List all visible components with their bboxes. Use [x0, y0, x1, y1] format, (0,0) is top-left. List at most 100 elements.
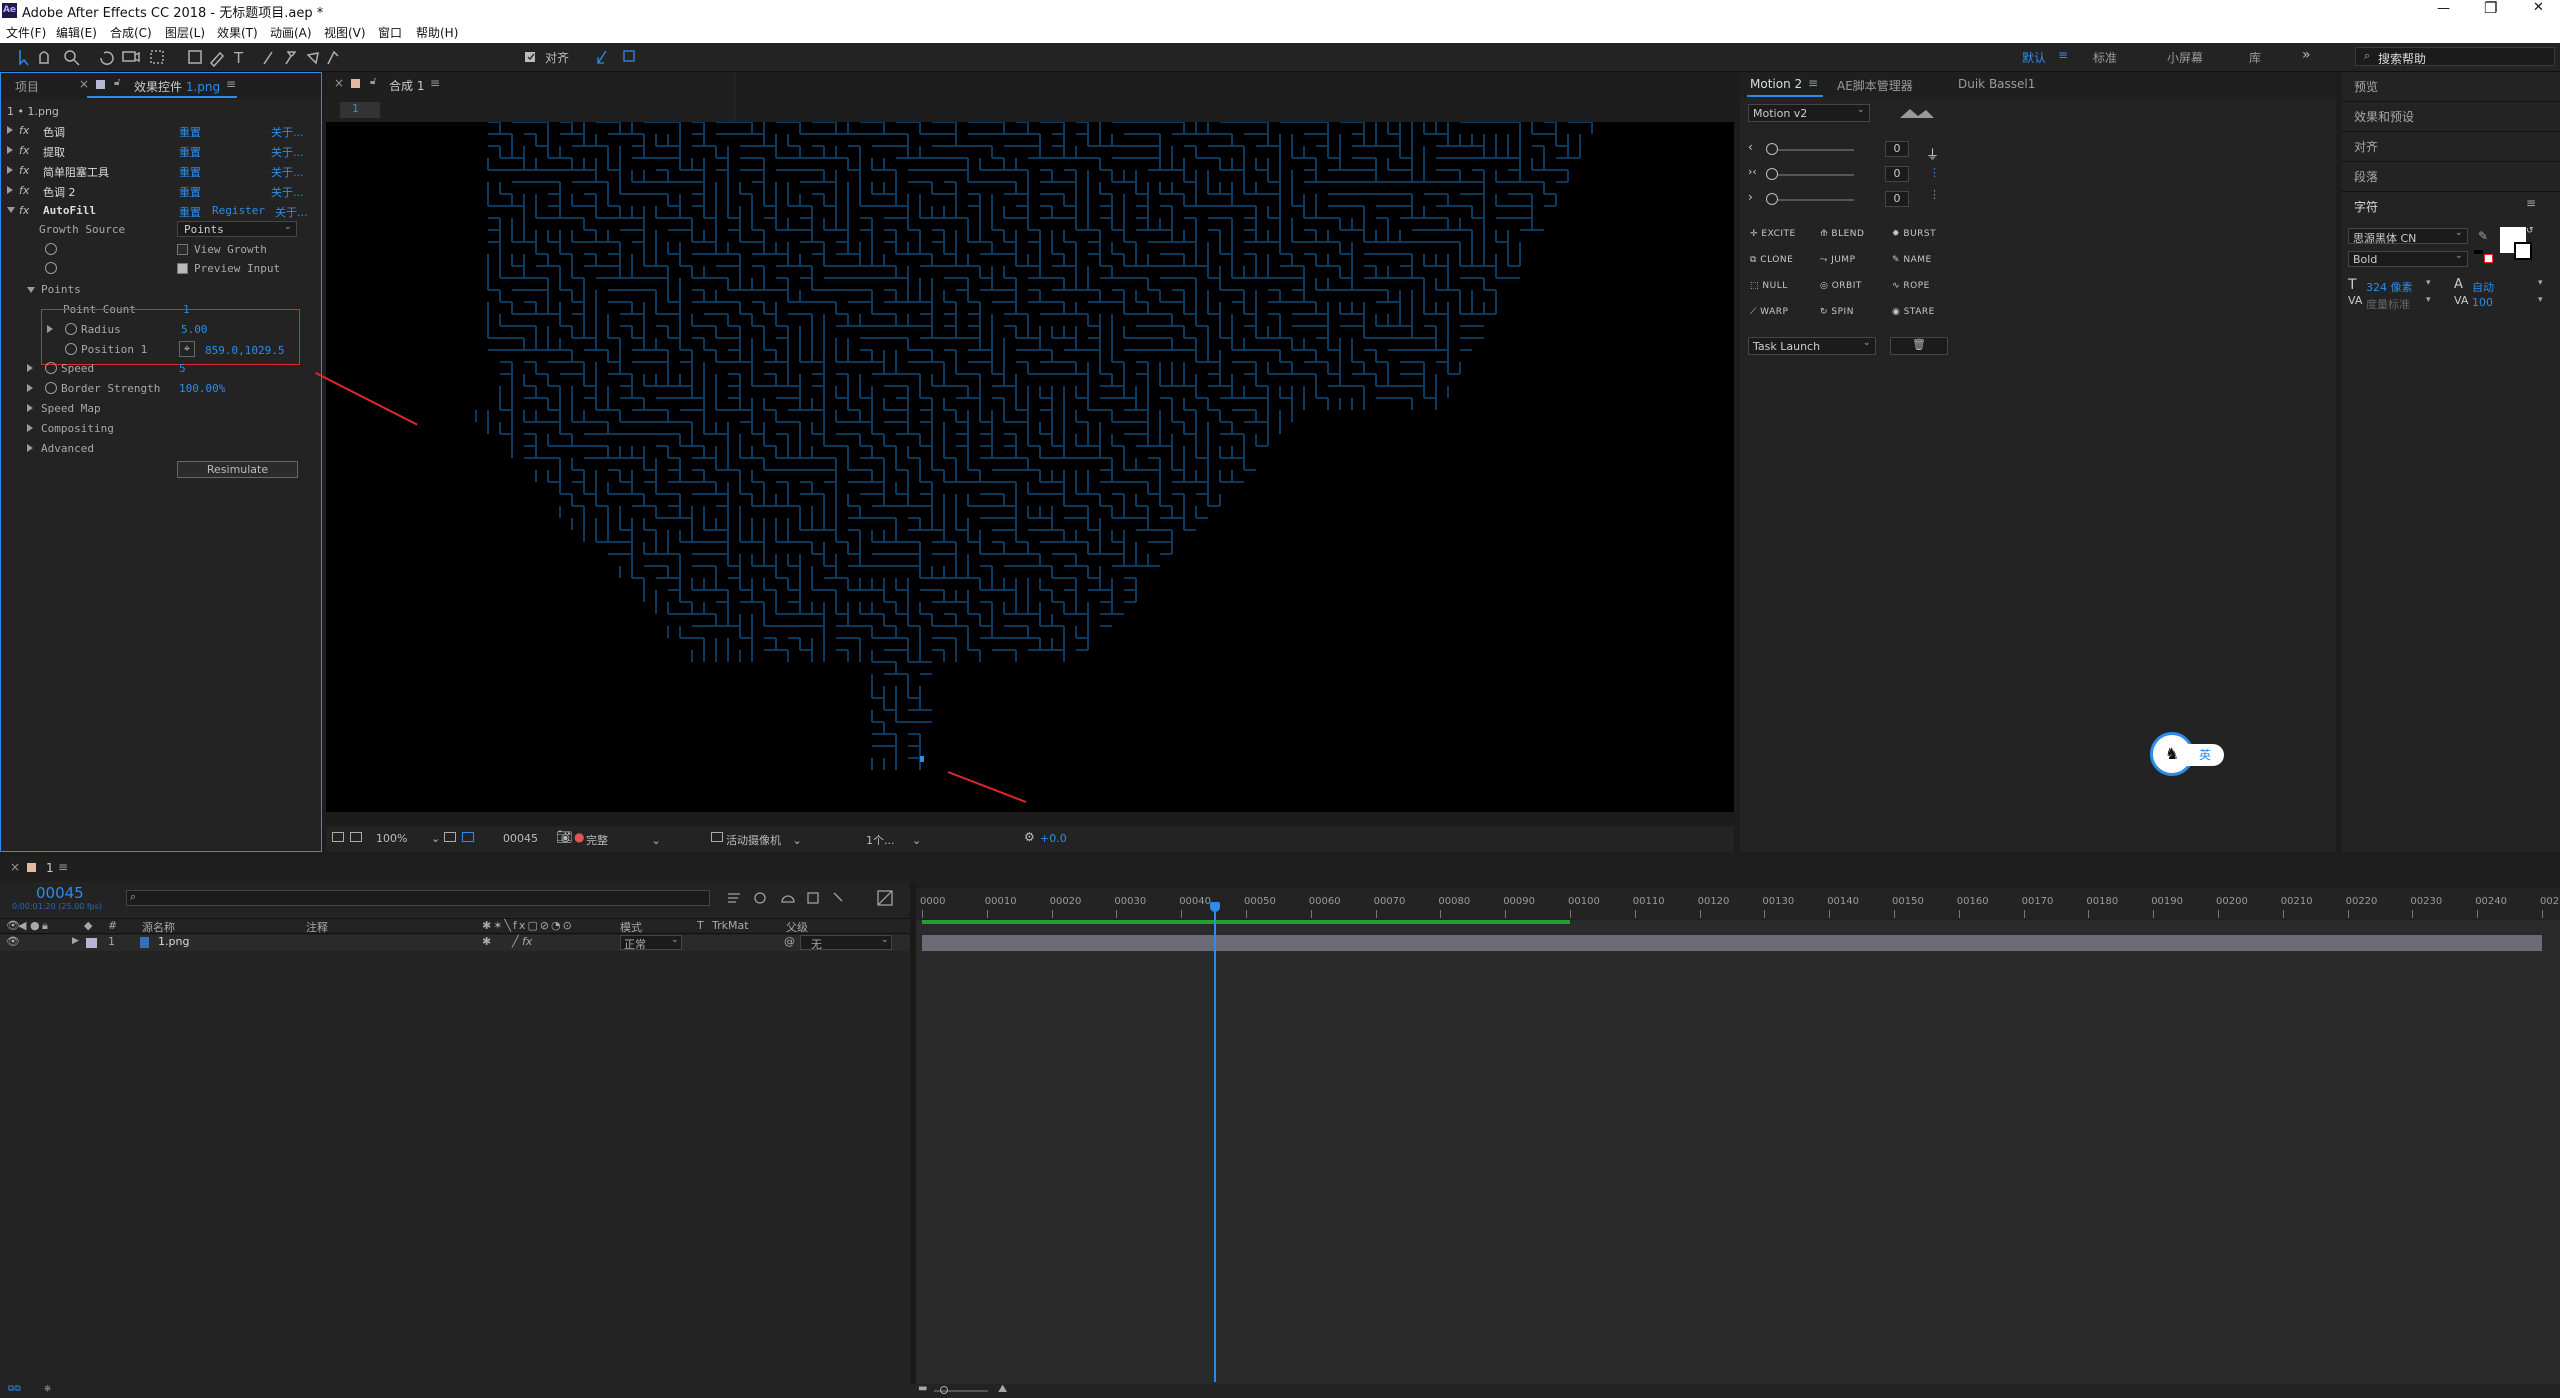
workspace-standard[interactable]: 标准 [2093, 49, 2117, 66]
pickwhip-icon[interactable]: @ [784, 935, 795, 948]
time-graph[interactable]: 0000 00010 00020 00030 00040 00050 00060 00070 0… [916, 882, 2560, 1384]
minimize-icon[interactable]: — [2437, 1, 2450, 16]
font-style-dropdown[interactable]: Bold ⌄ [2348, 251, 2468, 267]
maximize-icon[interactable]: ❐ [2484, 0, 2497, 17]
resolution-dropdown[interactable]: 完整 ⌄ [586, 832, 681, 848]
close-tab-icon[interactable]: × [79, 77, 89, 91]
preview-section[interactable]: 预览 [2342, 72, 2560, 102]
preview-input-checkbox[interactable] [177, 263, 188, 274]
font-size-value[interactable]: 324 像素 [2366, 279, 2413, 295]
motion-version-dropdown[interactable]: Motion v2 ⌄ [1748, 104, 1870, 122]
views-dropdown[interactable]: 1个... ⌄ [866, 832, 921, 848]
zoom-in-icon[interactable]: ⛰︎ [998, 1382, 1007, 1396]
about-link[interactable]: 关于... [275, 204, 308, 220]
apply-ease-icon[interactable]: ⏚ [1926, 144, 1939, 163]
slider-3-knob[interactable] [1766, 193, 1778, 205]
lock-icon[interactable]: 🔓︎ [114, 77, 120, 88]
zoom-dropdown[interactable]: 100% ⌄ [376, 832, 440, 845]
slider-1-knob[interactable] [1766, 143, 1778, 155]
layer-name[interactable]: 1.png [158, 935, 189, 948]
points-collapse-icon[interactable] [27, 287, 35, 293]
swap-colors-icon[interactable]: ↺ [2526, 226, 2534, 236]
tab-timeline[interactable]: 1 [46, 861, 54, 875]
lock-icon[interactable]: 🔓︎ [370, 76, 376, 87]
col-comment[interactable]: 注释 [306, 919, 328, 935]
register-link[interactable]: Register [212, 204, 265, 217]
eyedropper-icon[interactable]: ✎ [2478, 229, 2488, 243]
slider-2-value-box[interactable]: 0 [1885, 166, 1909, 182]
layer-label-swatch[interactable] [86, 938, 97, 948]
panel-menu-icon[interactable]: ≡ [430, 76, 440, 90]
curve-graph-icon[interactable] [1898, 106, 1938, 120]
slider-1-value-box[interactable]: 0 [1885, 141, 1909, 157]
workspace-library[interactable]: 库 [2249, 49, 2261, 66]
tab-script-manager[interactable]: AE脚本管理器 [1837, 77, 1913, 94]
menu-layer[interactable]: 图层(L) [165, 24, 205, 41]
time-navigator[interactable] [916, 882, 2560, 888]
toggle-icon[interactable]: ⧉⧉ [8, 1384, 21, 1394]
menu-help[interactable]: 帮助(H) [416, 24, 458, 41]
close-tab-icon[interactable]: × [10, 860, 20, 874]
close-icon[interactable]: ✕ [2533, 0, 2544, 15]
tab-duik[interactable]: Duik Bassel1 [1958, 77, 2035, 91]
speed-value[interactable]: 5 [179, 362, 186, 375]
search-help-field[interactable]: ⌕ 搜索帮助 [2355, 47, 2555, 66]
expand-icon[interactable]: ▶ [72, 936, 79, 946]
paragraph-section[interactable]: 段落 [2342, 162, 2560, 192]
panel-menu-icon[interactable]: ≡ [58, 860, 68, 874]
col-mode[interactable]: 模式 [620, 919, 642, 935]
menu-composition[interactable]: 合成(C) [110, 24, 152, 41]
fx-icon[interactable]: fx [19, 144, 29, 157]
reset-link[interactable]: 重置 [179, 164, 201, 180]
stare-button[interactable]: ◉ STARE [1892, 307, 1935, 317]
current-time-indicator-head[interactable] [1209, 902, 1220, 912]
layer-duration-bar[interactable] [922, 935, 2542, 951]
growth-source-dropdown[interactable]: Points ⌄ [177, 221, 297, 237]
slider-2-knob[interactable] [1766, 168, 1778, 180]
about-link[interactable]: 关于... [271, 124, 304, 140]
expand-icon[interactable] [7, 166, 13, 174]
fx-icon[interactable]: fx [19, 164, 29, 177]
expand-icon[interactable] [7, 186, 13, 194]
resimulate-button[interactable]: Resimulate [177, 461, 298, 478]
menu-window[interactable]: 窗口 [378, 24, 402, 41]
spin-button[interactable]: ↻ SPIN [1820, 307, 1854, 317]
comp-viewer[interactable] [326, 122, 1734, 812]
slider-3[interactable] [1766, 199, 1854, 201]
more-workspaces-icon[interactable]: » [2302, 47, 2311, 63]
burst-button[interactable]: ✸ BURST [1892, 229, 1936, 239]
visibility-toggle-icon[interactable]: 👁︎ [6, 935, 20, 948]
work-area-bar[interactable] [922, 920, 1570, 924]
compositing-expand-icon[interactable] [27, 424, 33, 432]
zoom-slider-knob[interactable] [940, 1386, 948, 1394]
exposure-value[interactable]: +0.0 [1040, 832, 1067, 845]
solo-icon[interactable]: ● [30, 919, 40, 932]
about-link[interactable]: 关于... [271, 164, 304, 180]
current-time-indicator[interactable] [1213, 902, 1216, 1382]
monitor-icon[interactable] [350, 832, 362, 842]
comp-subtab[interactable]: 1 [340, 102, 380, 118]
null-button[interactable]: ⬚ NULL [1750, 281, 1788, 291]
menu-edit[interactable]: 编辑(E) [56, 24, 97, 41]
fx-icon[interactable]: fx [19, 184, 29, 197]
col-source-name[interactable]: 源名称 [142, 919, 175, 935]
panel-menu-icon[interactable]: ≡ [1808, 76, 1818, 90]
reset-link[interactable]: 重置 [179, 144, 201, 160]
col-trkmat[interactable]: TrkMat [712, 919, 749, 932]
timeline-switch-icons[interactable] [724, 888, 894, 908]
ease-right-icon[interactable]: › [1748, 190, 1753, 204]
excite-button[interactable]: ✛ EXCITE [1750, 229, 1796, 239]
ease-left-icon[interactable]: ‹ [1748, 140, 1753, 154]
fx-icon[interactable]: fx [19, 124, 29, 137]
warp-button[interactable]: ⟋ WARP [1750, 307, 1788, 317]
speed-map-expand-icon[interactable] [27, 404, 33, 412]
lock-icon[interactable]: 🔒︎ [42, 919, 48, 933]
floating-ime-widget[interactable]: ♞ 英 [2150, 732, 2232, 776]
region-icon[interactable] [332, 832, 344, 842]
paste-ease-icon[interactable]: ⋮ [1929, 188, 1940, 201]
stopwatch-icon[interactable] [45, 243, 57, 255]
grid-icon[interactable] [444, 832, 456, 842]
channel-icon[interactable]: ● [574, 830, 584, 844]
workspace-small-screen[interactable]: 小屏幕 [2167, 49, 2203, 66]
about-link[interactable]: 关于... [271, 184, 304, 200]
